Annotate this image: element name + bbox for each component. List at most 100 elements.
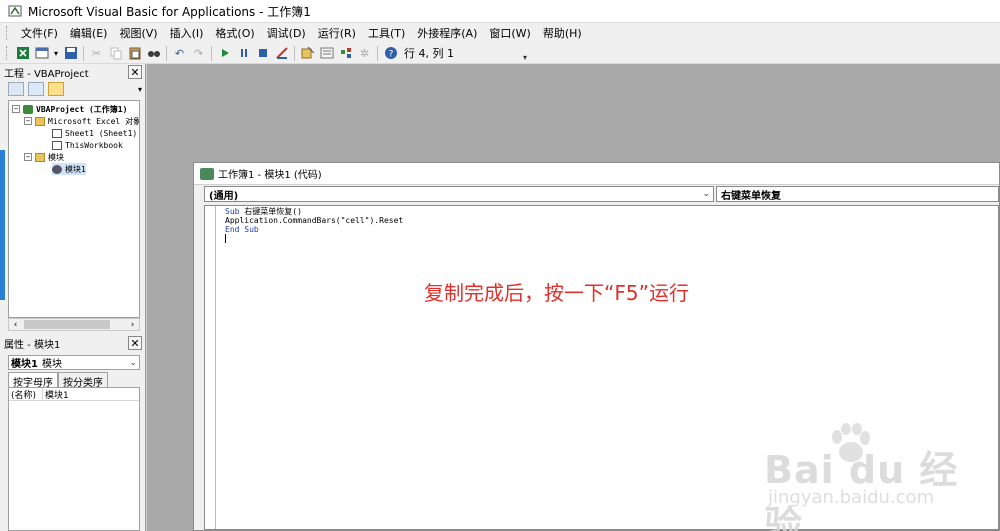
worksheet-icon — [52, 128, 62, 138]
menu-format[interactable]: 格式(O) — [209, 25, 260, 41]
tab-alphabetic[interactable]: 按字母序 — [8, 372, 58, 389]
tree-node-sheet1[interactable]: Sheet1 (Sheet1) — [52, 127, 137, 139]
redo-icon[interactable]: ↷ — [190, 45, 207, 62]
run-icon[interactable] — [216, 45, 233, 62]
title-bar: Microsoft Visual Basic for Applications … — [0, 0, 1000, 23]
properties-tabs: 按字母序 按分类序 — [8, 372, 140, 389]
chevron-down-icon[interactable]: ⌄ — [702, 189, 713, 199]
collapse-icon[interactable]: − — [24, 153, 32, 161]
keyword: Sub — [225, 207, 240, 216]
module-icon — [52, 164, 62, 174]
code-line: End Sub — [225, 225, 259, 234]
tree-label: Microsoft Excel 对象 — [48, 116, 140, 126]
menu-grip[interactable] — [6, 26, 9, 40]
code-line: Application.CommandBars("cell").Reset — [225, 216, 404, 225]
instruction-annotation: 复制完成后，按一下“F5”运行 — [424, 281, 689, 305]
vba-app-icon — [8, 5, 22, 17]
object-name: 模块1 — [11, 359, 38, 370]
help-icon[interactable]: ? — [382, 45, 399, 62]
find-icon[interactable] — [145, 45, 162, 62]
code-combos: (通用) ⌄ 右键菜单恢复 — [204, 186, 999, 203]
toggle-folders-icon[interactable] — [48, 82, 64, 96]
menu-addins[interactable]: 外接程序(A) — [411, 25, 483, 41]
property-value[interactable]: 模块1 — [43, 388, 69, 401]
excel-view-icon[interactable] — [14, 45, 31, 62]
svg-text:?: ? — [388, 50, 393, 60]
workbook-icon — [52, 140, 62, 150]
toolbar-background — [530, 43, 1000, 64]
tree-label: ThisWorkbook — [65, 140, 123, 150]
properties-window-icon[interactable] — [318, 45, 335, 62]
properties-title: 属性 - 模块1 — [4, 339, 61, 351]
project-explorer-title: 工程 - VBAProject — [4, 68, 89, 80]
tree-node-modules[interactable]: − 模块 — [24, 151, 64, 163]
close-properties-pane-button[interactable]: ✕ — [128, 336, 142, 350]
view-code-icon[interactable] — [8, 82, 24, 96]
pane-overflow-icon[interactable]: ▾ — [138, 85, 142, 94]
object-browser-icon[interactable] — [337, 45, 354, 62]
paste-icon[interactable] — [126, 45, 143, 62]
save-icon[interactable] — [62, 45, 79, 62]
undo-icon[interactable]: ↶ — [171, 45, 188, 62]
properties-object-select[interactable]: 模块1 模块 ⌄ — [8, 355, 140, 370]
watermark-url: jingyan.baidu.com — [768, 487, 935, 508]
toolbar-overflow-icon[interactable]: ▾ — [520, 45, 530, 62]
chevron-down-icon[interactable]: ⌄ — [129, 358, 139, 368]
insert-module-icon[interactable] — [33, 45, 50, 62]
tree-node-module1[interactable]: 模块1 — [52, 163, 86, 175]
code-text: 右键菜单恢复() — [239, 207, 302, 216]
toolbar-separator — [83, 45, 84, 61]
menu-edit[interactable]: 编辑(E) — [64, 25, 114, 41]
menu-view[interactable]: 视图(V) — [113, 25, 163, 41]
code-lines: Sub 右键菜单恢复() Application.CommandBars("ce… — [225, 207, 403, 243]
property-row[interactable]: (名称) 模块1 — [9, 387, 139, 401]
object-combo[interactable]: (通用) ⌄ — [204, 186, 714, 202]
toolbar-separator — [166, 45, 167, 61]
menu-tools[interactable]: 工具(T) — [362, 25, 411, 41]
tree-label: VBAProject (工作簿1) — [36, 104, 128, 114]
project-explorer-toolbar: ▾ — [8, 80, 142, 98]
tab-categorized[interactable]: 按分类序 — [58, 372, 108, 389]
procedure-combo[interactable]: 右键菜单恢复 — [716, 186, 999, 202]
reset-icon[interactable] — [254, 45, 271, 62]
window-title: Microsoft Visual Basic for Applications … — [28, 4, 311, 19]
cut-icon[interactable]: ✂ — [88, 45, 105, 62]
toolbox-icon[interactable]: ✲ — [356, 45, 373, 62]
view-object-icon[interactable] — [28, 82, 44, 96]
menu-file[interactable]: 文件(F) — [15, 25, 64, 41]
break-icon[interactable] — [235, 45, 252, 62]
tree-node-excel-objects[interactable]: − Microsoft Excel 对象 — [24, 115, 140, 127]
menu-debug[interactable]: 调试(D) — [261, 25, 312, 41]
menu-window[interactable]: 窗口(W) — [483, 25, 536, 41]
close-project-pane-button[interactable]: ✕ — [128, 65, 142, 79]
object-type: 模块 — [41, 359, 62, 370]
object-combo-value: (通用) — [209, 190, 239, 202]
collapse-icon[interactable]: − — [12, 105, 20, 113]
collapse-icon[interactable]: − — [24, 117, 32, 125]
project-explorer-icon[interactable] — [299, 45, 316, 62]
code-window-titlebar[interactable]: 工作簿1 - 模块1 (代码) — [194, 163, 999, 185]
toolbar-grip[interactable] — [6, 46, 9, 60]
menu-insert[interactable]: 插入(I) — [164, 25, 210, 41]
tree-node-vbaproject[interactable]: − VBAProject (工作簿1) — [12, 103, 127, 115]
properties-grid: (名称) 模块1 — [8, 387, 140, 531]
tree-node-thisworkbook[interactable]: ThisWorkbook — [52, 139, 123, 151]
left-dock: 工程 - VBAProject ✕ ▾ − VBAProject (工作簿1) … — [0, 64, 146, 531]
scroll-left-icon[interactable]: ‹ — [9, 320, 22, 330]
text-cursor — [225, 234, 226, 243]
scroll-right-icon[interactable]: › — [126, 320, 139, 330]
menu-help[interactable]: 帮助(H) — [537, 25, 588, 41]
cursor-position: 行 4, 列 1 — [404, 47, 454, 60]
code-margin[interactable] — [205, 206, 216, 529]
dropdown-arrow-icon[interactable]: ▾ — [52, 45, 60, 62]
tree-label: Sheet1 (Sheet1) — [65, 128, 138, 138]
copy-icon[interactable] — [107, 45, 124, 62]
toolbar-separator — [211, 45, 212, 61]
tree-label: 模块 — [48, 152, 64, 162]
design-mode-icon[interactable] — [273, 45, 290, 62]
toolbar-separator — [294, 45, 295, 61]
scroll-thumb[interactable] — [24, 320, 110, 329]
menu-run[interactable]: 运行(R) — [312, 25, 362, 41]
watermark-main-text: Bai du 经验 — [764, 448, 959, 531]
project-tree-hscroll[interactable]: ‹ › — [8, 318, 140, 331]
